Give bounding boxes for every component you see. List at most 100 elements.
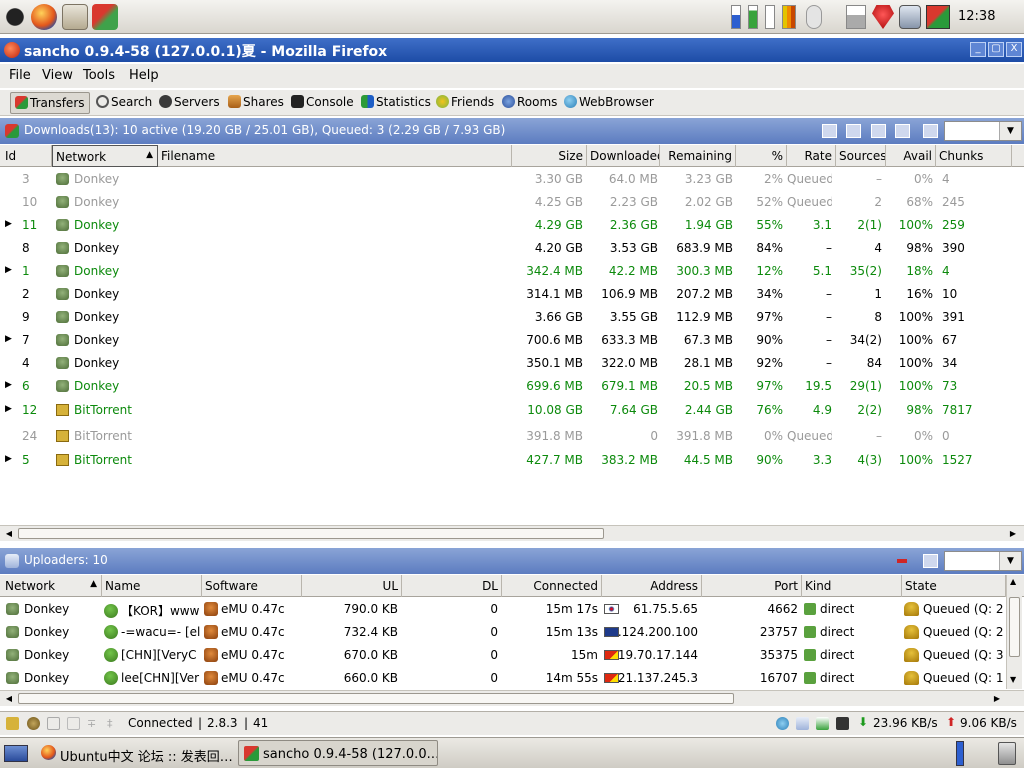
uploaders-vscroll-thumb[interactable] bbox=[1009, 597, 1020, 657]
scroll-right-arrow-icon[interactable]: ▶ bbox=[1006, 527, 1020, 540]
download-row[interactable]: ▶5BitTorrent유니 - Call Call Call 05.03.13… bbox=[0, 449, 1020, 472]
statistics-tab[interactable]: Statistics bbox=[357, 92, 435, 114]
ucol-port[interactable]: Port bbox=[702, 575, 802, 597]
network-monitor-icon[interactable] bbox=[765, 5, 775, 29]
download-row[interactable]: 24BitTorrentレミオロメン - 粉雪 (Mステ.2006.01.20)… bbox=[0, 425, 1020, 448]
menu-help[interactable]: Help bbox=[129, 68, 159, 83]
uploaders-scroll-thumb[interactable] bbox=[18, 693, 734, 704]
expand-row-icon[interactable]: ▶ bbox=[5, 404, 12, 414]
transfers-tab[interactable]: Transfers bbox=[10, 92, 90, 114]
expand-row-icon[interactable]: ▶ bbox=[5, 380, 12, 390]
downloads-filter-combo[interactable]: ▼ bbox=[944, 121, 1022, 141]
webbrowser-tab[interactable]: WebBrowser bbox=[560, 92, 658, 114]
network4-status-icon[interactable] bbox=[67, 717, 80, 730]
ucol-network[interactable]: Network ▲ bbox=[2, 575, 102, 597]
home-folder-icon[interactable] bbox=[62, 4, 88, 30]
ucol-connected[interactable]: Connected bbox=[502, 575, 602, 597]
menu-view[interactable]: View bbox=[42, 68, 73, 83]
scroll-right-arrow-icon[interactable]: ▶ bbox=[990, 692, 1004, 705]
col-id[interactable]: Id bbox=[2, 145, 52, 167]
clock[interactable]: 12:38 bbox=[958, 9, 995, 24]
console-tab[interactable]: Console bbox=[287, 92, 358, 114]
overnet-status-icon[interactable] bbox=[27, 717, 40, 730]
printer-icon[interactable] bbox=[846, 5, 866, 29]
globe-status-icon[interactable] bbox=[776, 717, 789, 730]
expand-row-icon[interactable]: ▶ bbox=[5, 219, 12, 229]
uploader-row[interactable]: Donkey [CHN][VeryC eMU 0.47c 670.0 KB 0 15m 19… bbox=[0, 644, 1004, 667]
col-downloaded[interactable]: Downloaded bbox=[587, 145, 660, 167]
download-row[interactable]: ▶12BitTorrentル⇒[]煌産 (1280x720)10.08 GB7.… bbox=[0, 399, 1020, 422]
uploaders-hscrollbar[interactable]: ◀ ▶ bbox=[0, 690, 1024, 706]
show-desktop-icon[interactable] bbox=[4, 745, 28, 762]
remove-uploaders-icon[interactable] bbox=[897, 559, 907, 563]
uploaders-filter-combo[interactable]: ▼ bbox=[944, 551, 1022, 571]
gnome-foot-icon[interactable] bbox=[2, 4, 28, 30]
col-percent[interactable]: % bbox=[736, 145, 787, 167]
network-tool-icon[interactable] bbox=[92, 4, 118, 30]
friends-tab[interactable]: Friends bbox=[432, 92, 498, 114]
load-monitor-icon[interactable] bbox=[782, 5, 796, 29]
download-row[interactable]: 8Donkey[星战前传1：魅影危机].Star.Wars.eps.one.Th… bbox=[0, 237, 1020, 260]
scroll-down-arrow-icon[interactable]: ▼ bbox=[1010, 675, 1016, 684]
download-row[interactable]: ▶7Donkey[现在只想爱你].Heavenly.Forest.2006.DV… bbox=[0, 329, 1020, 352]
col-size[interactable]: Size bbox=[512, 145, 587, 167]
upload-queue-icon[interactable] bbox=[816, 717, 829, 730]
task-firefox-forum[interactable]: Ubuntu中文 论坛 :: 发表回… bbox=[36, 740, 236, 766]
share-status-icon[interactable] bbox=[796, 717, 809, 730]
task-sancho[interactable]: sancho 0.9.4-58 (127.0.0.… bbox=[238, 740, 438, 766]
window-titlebar[interactable]: sancho 0.9.4-58 (127.0.0.1)夏 - Mozilla F… bbox=[0, 38, 1024, 62]
download-row[interactable]: 3Donkey[宇宙之旅].Cosmic.Voyage.1080i.CtrlHD… bbox=[0, 168, 1020, 191]
col-avail[interactable]: Avail bbox=[886, 145, 936, 167]
expand-row-icon[interactable]: ▶ bbox=[5, 454, 12, 464]
ucol-state[interactable]: State bbox=[902, 575, 1006, 597]
ucol-ul[interactable]: UL bbox=[302, 575, 402, 597]
menu-file[interactable]: File bbox=[9, 68, 31, 83]
trash-icon[interactable] bbox=[998, 742, 1016, 765]
scroll-left-arrow-icon[interactable]: ◀ bbox=[2, 692, 16, 705]
firefox-icon[interactable] bbox=[31, 4, 57, 30]
menu-tools[interactable]: Tools bbox=[83, 68, 115, 83]
scroll-up-arrow-icon[interactable]: ▲ bbox=[1010, 577, 1016, 586]
uploader-row[interactable]: Donkey 【KOR】www eMU 0.47c 790.0 KB 0 15m 17s 6… bbox=[0, 598, 1004, 621]
close-button[interactable]: X bbox=[1006, 42, 1022, 57]
shares-tab[interactable]: Shares bbox=[224, 92, 288, 114]
minimize-button[interactable]: _ bbox=[970, 42, 986, 57]
col-filename[interactable]: Filename bbox=[158, 145, 512, 167]
network-status-icon[interactable] bbox=[926, 5, 950, 29]
scroll-left-arrow-icon[interactable]: ◀ bbox=[2, 527, 16, 540]
download-row[interactable]: ▶6Donkey[现在只想爱你].Heavenly.Forest.2006.DV… bbox=[0, 375, 1020, 398]
ucol-software[interactable]: Software bbox=[202, 575, 302, 597]
servers-tab[interactable]: Servers bbox=[155, 92, 224, 114]
download-row[interactable]: 2DonkeyJames.Horner.-.[泰坦尼克号.-.Titanic].… bbox=[0, 283, 1020, 306]
monitor-status-icon[interactable] bbox=[836, 717, 849, 730]
chevron-down-icon[interactable]: ▼ bbox=[999, 552, 1021, 570]
maximize-button[interactable]: ▢ bbox=[988, 42, 1004, 57]
col-chunks[interactable]: Chunks bbox=[936, 145, 1012, 167]
network5-status-icon[interactable]: ∓ bbox=[87, 717, 100, 730]
network6-status-icon[interactable]: ‡ bbox=[107, 717, 120, 730]
chevron-down-icon[interactable]: ▼ bbox=[999, 122, 1021, 140]
mouse-icon[interactable] bbox=[806, 5, 822, 29]
col-sources[interactable]: Sources bbox=[836, 145, 886, 167]
expand-row-icon[interactable]: ▶ bbox=[5, 334, 12, 344]
ucol-name[interactable]: Name bbox=[102, 575, 202, 597]
uploader-row[interactable]: Donkey lee[CHN][Ver eMU 0.47c 660.0 KB 0 14m … bbox=[0, 667, 1004, 690]
col-rate[interactable]: Rate bbox=[787, 145, 836, 167]
filter-search-icon[interactable] bbox=[923, 124, 938, 138]
expand-tool-icon[interactable] bbox=[895, 124, 910, 138]
rooms-tab[interactable]: Rooms bbox=[498, 92, 561, 114]
ucol-dl[interactable]: DL bbox=[402, 575, 502, 597]
uploaders-filter-search-icon[interactable] bbox=[923, 554, 938, 568]
collapse-tool-icon[interactable] bbox=[871, 124, 886, 138]
ucol-kind[interactable]: Kind bbox=[802, 575, 902, 597]
ruby-icon[interactable] bbox=[872, 5, 894, 29]
ucol-address[interactable]: Address bbox=[602, 575, 702, 597]
col-remaining[interactable]: Remaining bbox=[660, 145, 736, 167]
expand-row-icon[interactable]: ▶ bbox=[5, 265, 12, 275]
memory-monitor-icon[interactable] bbox=[748, 5, 758, 29]
gnutella-status-icon[interactable] bbox=[47, 717, 60, 730]
download-row[interactable]: ▶1DonkeyJames.Horner.-.[重回泰坦尼克号.-.Back.T… bbox=[0, 260, 1020, 283]
donkey-status-icon[interactable] bbox=[6, 717, 19, 730]
downloads-scroll-thumb[interactable] bbox=[18, 528, 604, 539]
drive-icon[interactable] bbox=[899, 5, 921, 29]
